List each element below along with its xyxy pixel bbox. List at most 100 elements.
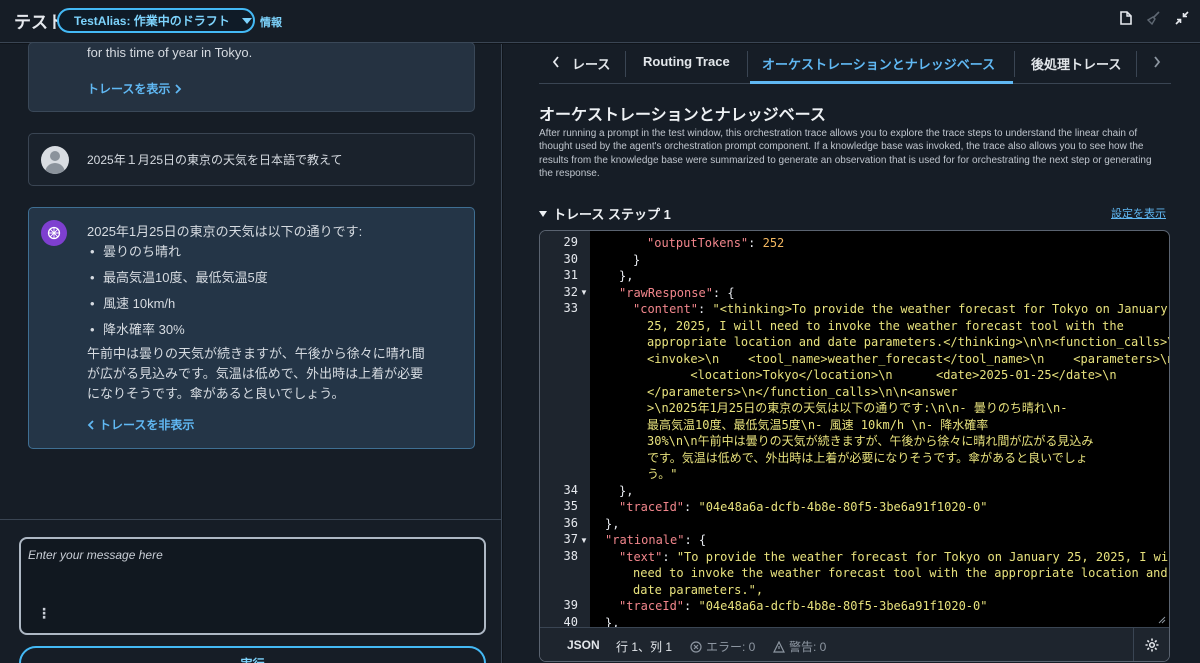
run-button[interactable]: 実行 (19, 646, 486, 663)
message-text: for this time of year in Tokyo. (87, 45, 253, 60)
line-number: 34 (563, 482, 578, 497)
app-window: テスト TestAlias: 作業中のドラフト 情報 for this time… (0, 0, 1200, 663)
list-item: 最高気温10度、最低気温5度 (89, 268, 447, 288)
code-line-wrap: >\n2025年1月25日の東京の天気は以下の通りです:\n\n- 曇りのち晴れ… (647, 401, 1068, 415)
line-number: 37 (563, 532, 578, 546)
code-line: "traceId": "04e48a6a-dcfb-4b8e-80f5-3be6… (619, 599, 988, 613)
user-message: 2025年１月25日の東京の天気を日本語で教えて (28, 133, 475, 186)
user-message-text: 2025年１月25日の東京の天気を日本語で教えて (87, 153, 343, 167)
line-number: 29 (563, 235, 578, 249)
code-line: }, (619, 269, 634, 283)
agent-avatar-icon (41, 220, 67, 246)
tab-separator (625, 51, 626, 77)
trace-step-toggle[interactable]: トレース ステップ 1 (539, 204, 671, 223)
code-content[interactable]: "outputTokens": 252 } }, "rawResponse": … (590, 231, 1169, 627)
code-line-wrap: date parameters.", (633, 582, 764, 597)
fold-icon[interactable]: ▼ (580, 288, 588, 297)
code-line-wrap: </parameters>\n</function_calls>\n\n<ans… (647, 384, 958, 399)
divider (1133, 628, 1134, 661)
section-title: オーケストレーションとナレッジベース (539, 107, 826, 124)
info-link[interactable]: 情報 (260, 14, 282, 30)
alias-selector[interactable]: TestAlias: 作業中のドラフト (57, 8, 255, 33)
chevron-left-icon (87, 419, 94, 430)
code-line: "outputTokens": 252 (647, 236, 785, 250)
cursor-position: 行 1、列 1 (616, 640, 673, 654)
message-input[interactable]: Enter your message here ⋮ (19, 537, 486, 635)
code-line: "rawResponse": { (619, 285, 735, 300)
line-number: 31 (563, 268, 578, 282)
code-line-wrap: <location>Tokyo</location>\n <date>2025-… (647, 368, 1117, 382)
caret-down-icon (241, 17, 252, 24)
agent-message: 2025年1月25日の東京の天気は以下の通りです: 曇りのち晴れ 最高気温10度… (28, 207, 475, 449)
view-settings-link[interactable]: 設定を表示 (1111, 205, 1166, 221)
list-item: 降水確率 30% (89, 320, 447, 340)
paragraph-line: になりそうです。傘があると良いでしょう。 (87, 386, 345, 401)
active-tab-indicator (750, 81, 1013, 84)
caret-down-icon (539, 210, 547, 217)
paragraph-line: が広がる見込みです。気温は低めで、外出時は上着が必要 (87, 366, 424, 381)
warning-count-label: 警告: 0 (789, 640, 827, 654)
hide-trace-link[interactable]: トレースを非表示 (87, 416, 194, 433)
resize-handle-icon[interactable] (1158, 616, 1166, 624)
code-line-wrap: 25, 2025, I will need to invoke the weat… (647, 318, 1124, 333)
tab-post-processing[interactable]: 後処理トレース (1031, 54, 1121, 76)
error-count[interactable]: エラー: 0 (690, 638, 755, 655)
trace-pane: レース Routing Trace オーケストレーションとナレッジベース 後処理… (503, 44, 1200, 663)
more-options-icon[interactable]: ⋮ (37, 605, 51, 622)
code-line: }, (605, 516, 620, 531)
code-line: "rationale": { (605, 533, 707, 547)
error-icon (690, 640, 702, 653)
code-line: } (633, 252, 641, 267)
chevron-right-icon (175, 83, 182, 94)
code-editor[interactable]: 29 30 31 32 ▼ 33 34 35 36 37 ▼ 38 39 40 … (539, 230, 1170, 662)
fold-icon[interactable]: ▼ (580, 536, 588, 545)
code-line: "content": "<thinking>To provide the wea… (633, 302, 1168, 316)
code-line: "traceId": "04e48a6a-dcfb-4b8e-80f5-3be6… (619, 500, 988, 514)
list-item: 風速 10km/h (89, 294, 447, 314)
line-number: 30 (563, 251, 578, 266)
code-line-wrap: う。" (647, 467, 678, 481)
show-trace-label: トレースを表示 (87, 82, 171, 96)
agent-intro: 2025年1月25日の東京の天気は以下の通りです: (87, 224, 363, 239)
error-count-label: エラー: 0 (706, 640, 756, 654)
line-number: 36 (563, 515, 578, 530)
line-number: 35 (563, 499, 578, 513)
show-trace-link[interactable]: トレースを表示 (87, 80, 182, 97)
document-icon[interactable] (1118, 10, 1134, 26)
code-line: "text": "To provide the weather forecast… (619, 549, 1169, 564)
trace-step-title: トレース ステップ 1 (553, 207, 671, 222)
code-line-wrap: 30%\n\n午前中は曇りの天気が続きますが、午後から徐々に晴れ間が広がる見込み (647, 434, 1094, 448)
broom-icon[interactable] (1146, 10, 1162, 26)
trace-tabs: レース Routing Trace オーケストレーションとナレッジベース 後処理… (539, 44, 1171, 84)
warning-count[interactable]: 警告: 0 (773, 638, 826, 655)
collapse-icon[interactable] (1174, 10, 1190, 26)
code-line-wrap: <invoke>\n <tool_name>weather_forecast</… (647, 351, 1169, 366)
code-line-wrap: need to invoke the weather forecast tool… (633, 566, 1168, 580)
language-mode[interactable]: JSON (567, 638, 600, 652)
paragraph-line: 午前中は曇りの天気が続きますが、午後から徐々に晴れ間 (87, 346, 425, 361)
alias-label: TestAlias: 作業中のドラフト (74, 14, 230, 28)
line-gutter: 29 30 31 32 ▼ 33 34 35 36 37 ▼ 38 39 40 (540, 231, 590, 629)
agent-message-body: 2025年1月25日の東京の天気は以下の通りです: 曇りのち晴れ 最高気温10度… (87, 222, 447, 404)
user-avatar (41, 146, 69, 174)
tab-routing-trace[interactable]: Routing Trace (643, 54, 730, 76)
divider (0, 519, 502, 520)
tab-separator (1014, 51, 1015, 77)
section-description: After running a prompt in the test windo… (539, 128, 1152, 179)
editor-status-bar: JSON 行 1、列 1 エラー: 0 警告: 0 (540, 627, 1169, 661)
tab-scroll-right-icon[interactable] (1150, 54, 1164, 70)
tab-separator (747, 51, 748, 77)
hide-trace-label: トレースを非表示 (99, 418, 195, 432)
gear-icon[interactable] (1144, 637, 1160, 653)
tab-separator (1136, 51, 1137, 77)
line-number: 33 (563, 301, 578, 315)
tab-orchestration[interactable]: オーケストレーションとナレッジベース (762, 54, 995, 76)
code-line-wrap: です。気温は低めで、外出時は上着が必要になりそうです。傘があると良いでしょ (647, 450, 1088, 465)
code-line: }, (605, 615, 620, 628)
code-line-wrap: 最高気温10度、最低気温5度\n- 風速 10km/h \n- 降水確率 (647, 417, 989, 432)
previous-agent-message: for this time of year in Tokyo. トレースを表示 (28, 42, 475, 112)
tab-pre-processing[interactable]: レース (572, 54, 610, 76)
top-bar: テスト TestAlias: 作業中のドラフト 情報 (0, 0, 1200, 43)
tab-scroll-left-icon[interactable] (549, 54, 563, 70)
weather-list: 曇りのち晴れ 最高気温10度、最低気温5度 風速 10km/h 降水確率 30% (89, 242, 447, 340)
